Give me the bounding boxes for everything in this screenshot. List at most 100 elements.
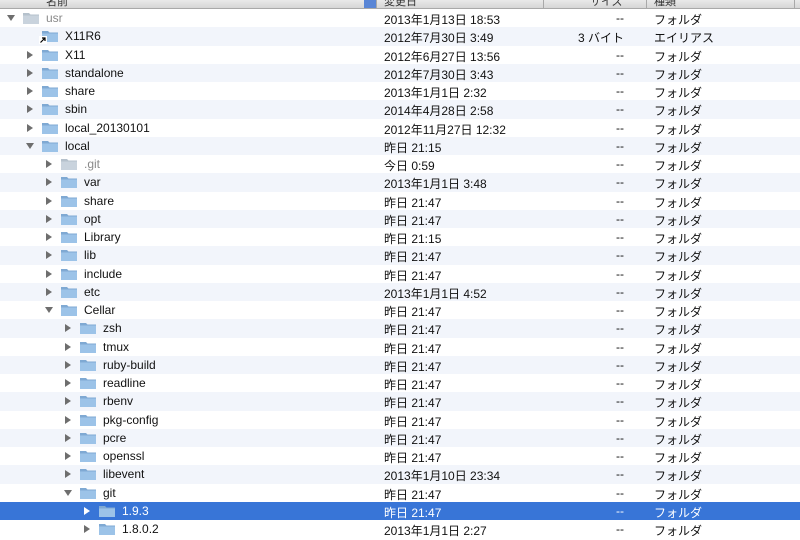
- folder-icon: [79, 449, 97, 463]
- folder-icon: [60, 157, 78, 171]
- disclosure-triangle-right-icon[interactable]: [44, 159, 54, 169]
- file-row-26[interactable]: git 昨日 21:47 -- フォルダ: [0, 484, 800, 502]
- folder-icon: [41, 48, 59, 62]
- disclosure-triangle-right-icon[interactable]: [63, 433, 73, 443]
- modified-date: 昨日 21:47: [384, 305, 442, 319]
- disclosure-triangle-right-icon[interactable]: [25, 104, 35, 114]
- file-size: --: [616, 321, 624, 336]
- disclosure-triangle-right-icon[interactable]: [63, 415, 73, 425]
- folder-icon: [79, 358, 97, 372]
- file-row-3[interactable]: standalone 2012年7月30日 3:43 -- フォルダ: [0, 63, 800, 82]
- file-kind: フォルダ: [654, 451, 703, 465]
- file-row-16[interactable]: Cellar 昨日 21:47 -- フォルダ: [0, 301, 800, 319]
- file-row-17[interactable]: zsh 昨日 21:47 -- フォルダ: [0, 319, 800, 338]
- file-kind: フォルダ: [654, 414, 703, 429]
- disclosure-triangle-right-icon[interactable]: [44, 287, 54, 297]
- file-name: local: [65, 138, 90, 153]
- file-name: Cellar: [84, 303, 116, 317]
- file-kind: フォルダ: [654, 232, 703, 246]
- folder-icon: [60, 248, 78, 262]
- file-row-0[interactable]: usr 2013年1月13日 18:53 -- フォルダ: [0, 9, 800, 27]
- file-name: rbenv: [103, 394, 134, 409]
- column-header-name[interactable]: 名前: [46, 0, 68, 8]
- folder-icon: [60, 175, 78, 189]
- modified-date: 2013年1月1日 2:32: [384, 86, 487, 100]
- disclosure-triangle-right-icon[interactable]: [44, 214, 54, 224]
- disclosure-triangle-down-icon[interactable]: [63, 488, 73, 498]
- disclosure-triangle-right-icon[interactable]: [44, 250, 54, 260]
- file-row-21[interactable]: rbenv 昨日 21:47 -- フォルダ: [0, 392, 800, 411]
- disclosure-triangle-right-icon[interactable]: [63, 451, 73, 461]
- disclosure-triangle-right-icon[interactable]: [25, 86, 35, 96]
- file-row-28[interactable]: 1.8.0.2 2013年1月1日 2:27 -- フォルダ: [0, 520, 800, 538]
- file-row-23[interactable]: pcre 昨日 21:47 -- フォルダ: [0, 428, 800, 447]
- file-size: --: [616, 284, 624, 299]
- column-divider[interactable]: [376, 0, 377, 8]
- file-size: --: [616, 193, 624, 208]
- disclosure-triangle-right-icon[interactable]: [25, 68, 35, 78]
- modified-date: 2013年1月1日 3:48: [384, 177, 487, 192]
- disclosure-triangle-down-icon[interactable]: [25, 141, 35, 151]
- file-name: 1.8.0.2: [122, 522, 159, 536]
- file-row-12[interactable]: Library 昨日 21:15 -- フォルダ: [0, 228, 800, 246]
- file-row-2[interactable]: X11 2012年6月27日 13:56 -- フォルダ: [0, 46, 800, 64]
- disclosure-triangle-right-icon[interactable]: [63, 360, 73, 370]
- file-row-5[interactable]: sbin 2014年4月28日 2:58 -- フォルダ: [0, 100, 800, 119]
- file-name: standalone: [65, 65, 124, 80]
- file-row-9[interactable]: var 2013年1月1日 3:48 -- フォルダ: [0, 173, 800, 192]
- file-row-19[interactable]: ruby-build 昨日 21:47 -- フォルダ: [0, 355, 800, 374]
- disclosure-triangle-right-icon[interactable]: [63, 396, 73, 406]
- column-divider[interactable]: [543, 0, 544, 8]
- disclosure-triangle-right-icon[interactable]: [44, 269, 54, 279]
- disclosure-triangle-right-icon[interactable]: [63, 469, 73, 479]
- file-row-1[interactable]: X11R6 2012年7月30日 3:49 3 バイト エイリアス: [0, 27, 800, 46]
- file-size: --: [616, 65, 624, 80]
- file-row-20[interactable]: readline 昨日 21:47 -- フォルダ: [0, 374, 800, 392]
- modified-date: 昨日 21:47: [384, 341, 442, 356]
- file-row-27[interactable]: 1.9.3 昨日 21:47 -- フォルダ: [0, 501, 800, 520]
- column-divider[interactable]: [646, 0, 647, 8]
- file-kind: フォルダ: [654, 341, 703, 356]
- file-row-7[interactable]: local 昨日 21:15 -- フォルダ: [0, 136, 800, 155]
- disclosure-triangle-right-icon[interactable]: [82, 506, 92, 516]
- file-name: tmux: [103, 339, 130, 354]
- disclosure-triangle-right-icon[interactable]: [44, 196, 54, 206]
- file-row-13[interactable]: lib 昨日 21:47 -- フォルダ: [0, 246, 800, 265]
- modified-date: 2012年6月27日 13:56: [384, 49, 501, 64]
- file-row-11[interactable]: opt 昨日 21:47 -- フォルダ: [0, 209, 800, 228]
- file-row-25[interactable]: libevent 2013年1月10日 23:34 -- フォルダ: [0, 465, 800, 484]
- file-row-6[interactable]: local_20130101 2012年11月27日 12:32 -- フォルダ: [0, 119, 800, 137]
- folder-icon: [98, 504, 116, 518]
- disclosure-triangle-right-icon[interactable]: [82, 524, 92, 534]
- column-header-date[interactable]: 変更日: [384, 0, 417, 8]
- disclosure-triangle-right-icon[interactable]: [63, 323, 73, 333]
- file-kind: フォルダ: [654, 140, 703, 155]
- modified-date: 2012年7月30日 3:43: [384, 67, 494, 82]
- file-size: --: [616, 230, 624, 244]
- disclosure-triangle-right-icon[interactable]: [44, 177, 54, 187]
- file-name: include: [84, 266, 123, 281]
- folder-icon: [60, 285, 78, 299]
- disclosure-triangle-right-icon[interactable]: [63, 342, 73, 352]
- column-header-size[interactable]: サイズ: [590, 0, 623, 8]
- disclosure-triangle-down-icon[interactable]: [6, 13, 16, 23]
- file-row-15[interactable]: etc 2013年1月1日 4:52 -- フォルダ: [0, 282, 800, 301]
- file-row-4[interactable]: share 2013年1月1日 2:32 -- フォルダ: [0, 82, 800, 100]
- folder-icon: [79, 340, 97, 354]
- file-row-8[interactable]: .git 今日 0:59 -- フォルダ: [0, 155, 800, 173]
- file-row-24[interactable]: openssl 昨日 21:47 -- フォルダ: [0, 447, 800, 465]
- file-row-18[interactable]: tmux 昨日 21:47 -- フォルダ: [0, 338, 800, 356]
- disclosure-triangle-right-icon[interactable]: [44, 232, 54, 242]
- file-row-10[interactable]: share 昨日 21:47 -- フォルダ: [0, 192, 800, 210]
- column-divider[interactable]: [794, 0, 795, 8]
- modified-date: 昨日 21:15: [384, 140, 442, 155]
- file-row-22[interactable]: pkg-config 昨日 21:47 -- フォルダ: [0, 411, 800, 429]
- disclosure-triangle-down-icon[interactable]: [44, 305, 54, 315]
- folder-icon: [79, 376, 97, 390]
- disclosure-triangle-right-icon[interactable]: [25, 123, 35, 133]
- disclosure-triangle-right-icon[interactable]: [25, 50, 35, 60]
- file-row-14[interactable]: include 昨日 21:47 -- フォルダ: [0, 265, 800, 283]
- file-name: X11: [65, 47, 86, 62]
- disclosure-triangle-right-icon[interactable]: [63, 378, 73, 388]
- column-header-kind[interactable]: 種類: [654, 0, 676, 8]
